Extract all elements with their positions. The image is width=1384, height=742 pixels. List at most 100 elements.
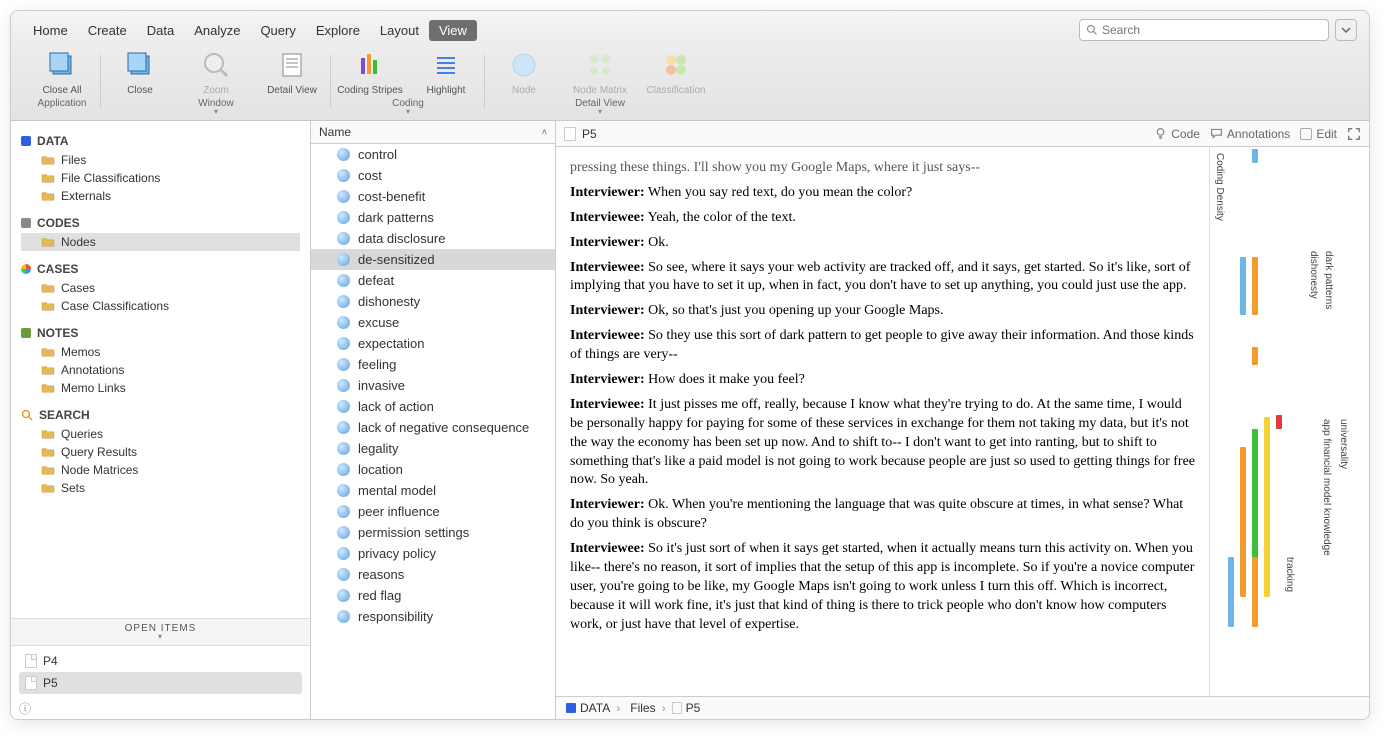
coding-stripe[interactable] (1252, 347, 1258, 365)
open-item-p5[interactable]: P5 (19, 672, 302, 694)
node-icon (337, 526, 350, 539)
nav-item-sets[interactable]: Sets (21, 479, 300, 497)
breadcrumb-p5[interactable]: P5 (672, 701, 701, 715)
document-tab[interactable]: P5 (564, 127, 597, 141)
edit-toggle[interactable]: Edit (1300, 127, 1337, 141)
nav-item-annotations[interactable]: Annotations (21, 361, 300, 379)
node-cost[interactable]: cost (311, 165, 555, 186)
edit-checkbox[interactable] (1300, 128, 1312, 140)
nav-item-case-classifications[interactable]: Case Classifications (21, 297, 300, 315)
node-control[interactable]: control (311, 144, 555, 165)
node-responsibility[interactable]: responsibility (311, 606, 555, 627)
chevron-down-icon[interactable]: ▾ (214, 107, 218, 116)
nav-item-memos[interactable]: Memos (21, 343, 300, 361)
menu-view[interactable]: View (429, 20, 477, 41)
nav-section-head-notes[interactable]: NOTES (21, 323, 300, 343)
nav-item-cases[interactable]: Cases (21, 279, 300, 297)
coding-stripe[interactable] (1264, 417, 1270, 597)
node-feeling[interactable]: feeling (311, 354, 555, 375)
code-button[interactable]: Code (1154, 127, 1200, 141)
node-peer-influence[interactable]: peer influence (311, 501, 555, 522)
node-icon (337, 568, 350, 581)
node-lack-of-action[interactable]: lack of action (311, 396, 555, 417)
chevron-down-icon[interactable]: ▾ (406, 107, 410, 116)
node-dark-patterns[interactable]: dark patterns (311, 207, 555, 228)
node-privacy-policy[interactable]: privacy policy (311, 543, 555, 564)
coding-stripe[interactable] (1252, 149, 1258, 163)
menu-home[interactable]: Home (23, 20, 78, 41)
nav-item-node-matrices[interactable]: Node Matrices (21, 461, 300, 479)
search-input[interactable] (1102, 23, 1322, 37)
nav-item-query-results[interactable]: Query Results (21, 443, 300, 461)
node-defeat[interactable]: defeat (311, 270, 555, 291)
ribbon-node-matrix-button: Node Matrix (569, 47, 631, 96)
menu-explore[interactable]: Explore (306, 20, 370, 41)
menu-bar: HomeCreateDataAnalyzeQueryExploreLayoutV… (11, 11, 1369, 43)
open-items-header[interactable]: OPEN ITEMS (11, 618, 310, 646)
nav-item-memo-links[interactable]: Memo Links (21, 379, 300, 397)
expand-icon[interactable] (1347, 127, 1361, 141)
node-excuse[interactable]: excuse (311, 312, 555, 333)
nav-section-head-search[interactable]: SEARCH (21, 405, 300, 425)
coding-stripe[interactable] (1240, 447, 1246, 597)
node-icon (337, 316, 350, 329)
nav-section-head-cases[interactable]: CASES (21, 259, 300, 279)
nav-section-search: SEARCHQueriesQuery ResultsNode MatricesS… (11, 401, 310, 501)
ribbon-close-button[interactable]: Close (109, 47, 171, 96)
document-text[interactable]: pressing these things. I'll show you my … (556, 147, 1209, 696)
node-icon (337, 442, 350, 455)
menu-query[interactable]: Query (250, 20, 305, 41)
ribbon-highlight-button[interactable]: Highlight (415, 47, 477, 96)
breadcrumb-files[interactable]: Files (626, 701, 655, 715)
node-mental-model[interactable]: mental model (311, 480, 555, 501)
node-legality[interactable]: legality (311, 438, 555, 459)
transcript-line: Interviewee: Yeah, the color of the text… (570, 209, 1195, 228)
search-scope-dropdown[interactable] (1335, 19, 1357, 41)
node-invasive[interactable]: invasive (311, 375, 555, 396)
node-expectation[interactable]: expectation (311, 333, 555, 354)
menu-data[interactable]: Data (137, 20, 184, 41)
menu-layout[interactable]: Layout (370, 20, 429, 41)
chevron-down-icon[interactable]: ▾ (598, 107, 602, 116)
nav-section-codes: CODESNodes (11, 209, 310, 255)
node-dishonesty[interactable]: dishonesty (311, 291, 555, 312)
coding-stripe[interactable] (1240, 257, 1246, 315)
coding-stripe[interactable] (1252, 257, 1258, 315)
breadcrumb-data[interactable]: DATA (566, 701, 610, 715)
search-box[interactable] (1079, 19, 1329, 41)
nav-item-file-classifications[interactable]: File Classifications (21, 169, 300, 187)
coding-stripe[interactable] (1252, 557, 1258, 627)
nav-item-files[interactable]: Files (21, 151, 300, 169)
ribbon-detail-view-button[interactable]: Detail View (261, 47, 323, 96)
node-location[interactable]: location (311, 459, 555, 480)
node-permission-settings[interactable]: permission settings (311, 522, 555, 543)
annotations-button[interactable]: Annotations (1210, 127, 1290, 141)
coding-stripe[interactable] (1228, 557, 1234, 627)
info-icon[interactable]: ⓘ (11, 698, 310, 719)
node-red-flag[interactable]: red flag (311, 585, 555, 606)
nav-section-head-data[interactable]: DATA (21, 131, 300, 151)
node-icon (337, 505, 350, 518)
node-data-disclosure[interactable]: data disclosure (311, 228, 555, 249)
ribbon-close-all-button[interactable]: Close All (31, 47, 93, 96)
nav-item-externals[interactable]: Externals (21, 187, 300, 205)
ribbon-group-detail-view: NodeNode MatrixClassificationDetail View… (485, 47, 715, 116)
node-icon (337, 274, 350, 287)
nav-section-head-codes[interactable]: CODES (21, 213, 300, 233)
menu-analyze[interactable]: Analyze (184, 20, 250, 41)
ribbon-coding-stripes-button[interactable]: Coding Stripes (339, 47, 401, 96)
node-reasons[interactable]: reasons (311, 564, 555, 585)
node-lack-of-negative-consequence[interactable]: lack of negative consequence (311, 417, 555, 438)
node-de-sensitized[interactable]: de-sensitized (311, 249, 555, 270)
nav-item-nodes[interactable]: Nodes (21, 233, 300, 251)
node-cost-benefit[interactable]: cost-benefit (311, 186, 555, 207)
close-all-icon (44, 47, 80, 83)
stripe-label: dishonesty (1308, 251, 1319, 299)
nodes-list-header[interactable]: Name ˄ (311, 121, 555, 144)
open-item-p4[interactable]: P4 (19, 650, 302, 672)
node-icon (337, 463, 350, 476)
nav-item-queries[interactable]: Queries (21, 425, 300, 443)
highlight-icon (428, 47, 464, 83)
menu-create[interactable]: Create (78, 20, 137, 41)
coding-stripe[interactable] (1276, 415, 1282, 429)
